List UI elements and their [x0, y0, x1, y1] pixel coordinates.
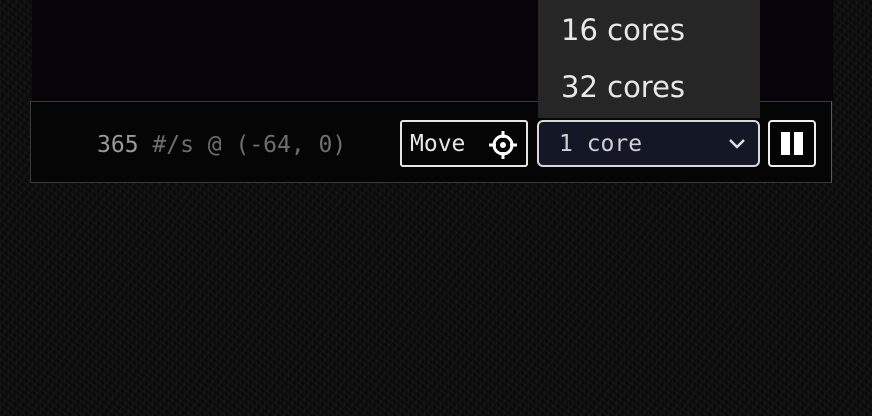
core-count-select[interactable]: 1 core — [537, 120, 760, 167]
core-count-value: 1 core — [559, 130, 643, 157]
core-count-dropdown: 16 cores 32 cores — [538, 0, 760, 118]
pause-button[interactable] — [768, 120, 816, 167]
rate-position-text: #/s @ (-64, 0) — [138, 132, 347, 158]
chevron-down-icon — [729, 139, 745, 149]
status-readout: 365 #/s @ (-64, 0) — [97, 129, 346, 161]
crosshair-icon — [489, 131, 517, 159]
dropdown-option-32-cores[interactable]: 32 cores — [561, 67, 685, 107]
rate-value: 365 — [97, 132, 139, 158]
move-button[interactable]: Move — [400, 120, 528, 167]
dropdown-option-16-cores[interactable]: 16 cores — [561, 10, 685, 50]
move-button-label: Move — [410, 130, 466, 157]
pause-icon — [781, 132, 790, 155]
pause-icon-bar — [794, 132, 803, 155]
